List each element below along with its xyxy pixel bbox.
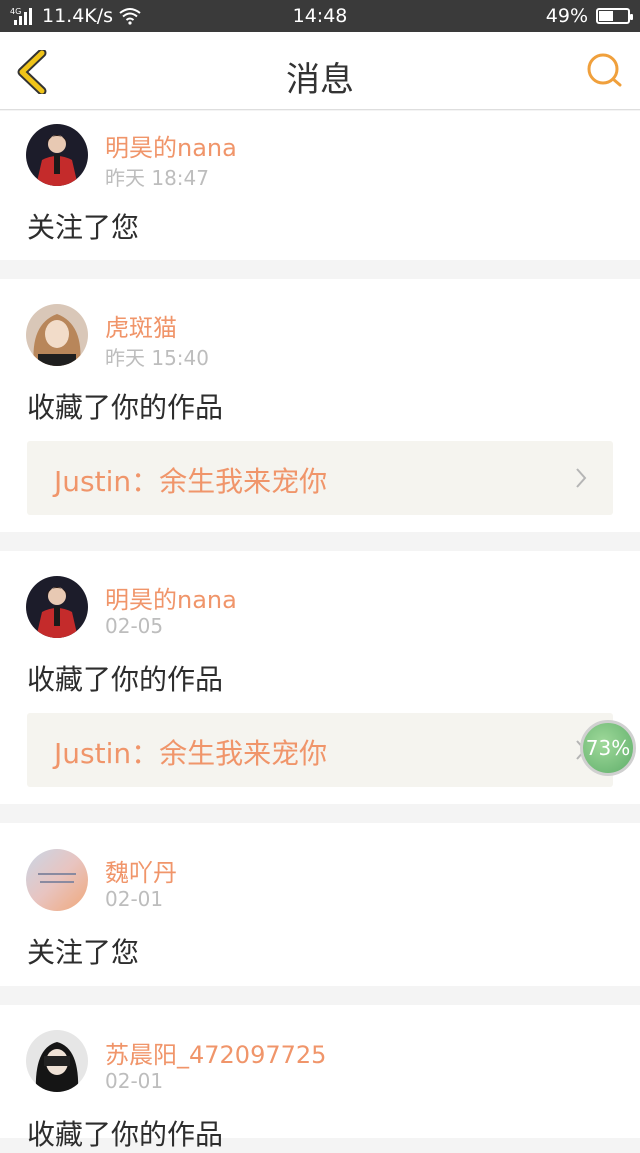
avatar-image [26, 849, 88, 911]
avatar-image [26, 1030, 88, 1092]
work-title: Justin：余生我来宠你 [54, 737, 328, 770]
avatar[interactable] [26, 124, 88, 186]
timestamp: 昨天 15:40 [105, 346, 209, 370]
avatar-image [26, 304, 88, 366]
username[interactable]: 明昊的nana [105, 128, 237, 163]
message-card[interactable]: 虎斑猫 昨天 15:40 收藏了你的作品 Justin：余生我来宠你 [0, 279, 640, 532]
header-bar: 消息 [0, 32, 640, 110]
message-card[interactable]: 明昊的nana 昨天 18:47 关注了您 [0, 111, 640, 260]
avatar[interactable] [26, 1030, 88, 1092]
battery-fill [599, 11, 613, 21]
timestamp: 昨天 18:47 [105, 166, 209, 190]
search-icon [587, 53, 622, 87]
status-bar: 4G 11.4K/s 14:48 49% [0, 0, 640, 32]
action-text: 收藏了你的作品 [27, 1118, 224, 1151]
status-time: 14:48 [292, 5, 348, 27]
action-text: 关注了您 [27, 211, 140, 244]
action-text: 关注了您 [27, 936, 140, 969]
avatar-image [26, 124, 88, 186]
username[interactable]: 苏晨阳_472097725 [105, 1035, 326, 1070]
timestamp: 02-01 [105, 1069, 164, 1093]
status-right: 49% [545, 5, 633, 27]
work-link[interactable]: Justin：余生我来宠你 [27, 713, 613, 787]
action-text: 收藏了你的作品 [27, 391, 224, 424]
progress-bubble[interactable]: 73% [580, 720, 636, 776]
username[interactable]: 魏吖丹 [105, 853, 177, 888]
message-card[interactable]: 魏吖丹 02-01 关注了您 [0, 823, 640, 986]
message-card[interactable]: 明昊的nana 02-05 收藏了你的作品 Justin：余生我来宠你 [0, 551, 640, 804]
avatar-image [26, 576, 88, 638]
username[interactable]: 虎斑猫 [105, 308, 177, 343]
username[interactable]: 明昊的nana [105, 580, 237, 615]
avatar[interactable] [26, 849, 88, 911]
battery-percent: 49% [545, 5, 588, 27]
message-card[interactable]: 苏晨阳_472097725 02-01 收藏了你的作品 [0, 1005, 640, 1151]
work-link[interactable]: Justin：余生我来宠你 [27, 441, 613, 515]
timestamp: 02-05 [105, 614, 164, 638]
avatar[interactable] [26, 304, 88, 366]
page-title: 消息 [286, 60, 354, 100]
battery-icon [596, 8, 633, 24]
timestamp: 02-01 [105, 887, 164, 911]
chevron-right-icon [576, 468, 587, 488]
search-button[interactable] [586, 52, 624, 90]
work-title: Justin：余生我来宠你 [54, 465, 328, 498]
avatar[interactable] [26, 576, 88, 638]
action-text: 收藏了你的作品 [27, 663, 224, 696]
